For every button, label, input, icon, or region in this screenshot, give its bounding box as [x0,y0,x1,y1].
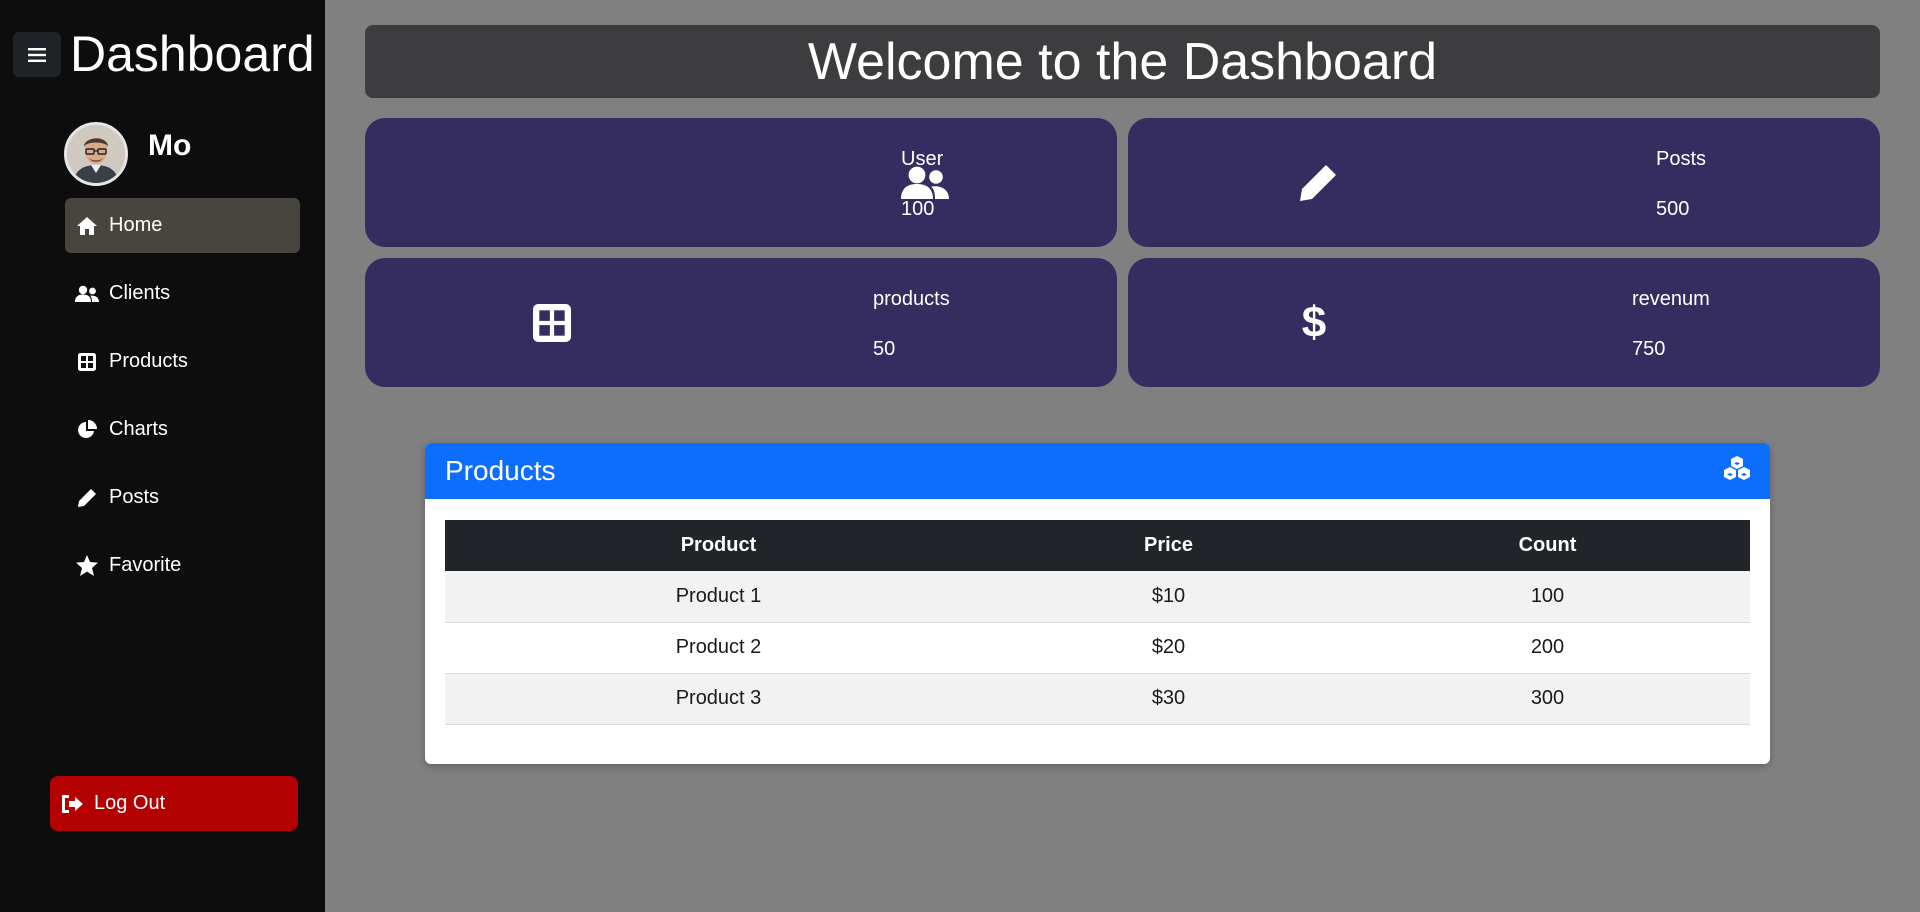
column-header-price[interactable]: Price [992,520,1345,571]
sidebar-item-label: Clients [109,282,171,304]
pencil-icon [75,486,99,510]
logout-label: Log Out [94,792,166,814]
table-row[interactable]: Product 3 $30 300 [445,673,1750,725]
count-cell: 300 [1345,673,1750,725]
users-icon [75,282,99,306]
stat-value: 500 [1656,198,1690,220]
stat-label: products [873,288,950,310]
sidebar-item-label: Products [109,350,188,372]
price-cell: $30 [992,673,1345,725]
stat-value: 750 [1632,338,1666,360]
stat-value: 100 [901,198,935,220]
table-row[interactable]: Product 2 $20 200 [445,622,1750,674]
user-name: Mo [148,129,192,162]
pencil-icon [1294,163,1342,203]
stat-label: User [901,148,944,170]
product-cell: Product 2 [445,622,992,674]
cubes-icon [1724,455,1750,487]
column-header-product[interactable]: Product [445,520,992,571]
products-panel: Products Product Price Count Product 1 $ [425,443,1770,764]
star-icon [75,554,99,578]
stat-label: Posts [1656,148,1707,170]
sign-out-icon [62,793,84,815]
sidebar-item-home[interactable]: Home [65,198,300,253]
product-cell: Product 1 [445,571,992,623]
products-table: Product Price Count Product 1 $10 100 Pr… [445,520,1750,725]
stat-label: revenum [1632,288,1710,310]
count-cell: 100 [1345,571,1750,623]
sidebar-item-charts[interactable]: Charts [65,402,300,457]
table-header-row: Product Price Count [445,520,1750,571]
sidebar-item-label: Posts [109,486,160,508]
sidebar-item-posts[interactable]: Posts [65,470,300,525]
sidebar-nav: Home Clients Products Charts Posts Favor… [65,198,300,606]
table-row[interactable]: Product 1 $10 100 [445,571,1750,623]
user-profile: Mo [64,122,191,186]
menu-toggle-button[interactable] [13,32,61,77]
sidebar-item-clients[interactable]: Clients [65,266,300,321]
pie-chart-icon [75,418,99,442]
column-header-count[interactable]: Count [1345,520,1750,571]
stat-card-posts[interactable]: Posts 500 [1128,118,1880,247]
brand-title: Dashboard [70,26,315,82]
products-panel-header: Products [425,443,1770,499]
sidebar-item-label: Charts [109,418,168,440]
count-cell: 200 [1345,622,1750,674]
page-title: Welcome to the Dashboard [365,25,1880,98]
panel-title: Products [445,455,556,486]
sidebar: Dashboard Mo Home Clients Products Chart… [0,0,325,912]
home-icon [75,214,99,238]
sidebar-item-label: Home [109,214,163,236]
sidebar-item-favorite[interactable]: Favorite [65,538,300,593]
stat-card-users[interactable]: User 100 [365,118,1117,247]
table-icon [75,350,99,374]
table-icon [528,303,576,343]
logout-button[interactable]: Log Out [50,776,298,831]
product-cell: Product 3 [445,673,992,725]
stat-card-revenue[interactable]: $ revenum 750 [1128,258,1880,387]
sidebar-item-products[interactable]: Products [65,334,300,389]
price-cell: $10 [992,571,1345,623]
stat-value: 50 [873,338,896,360]
price-cell: $20 [992,622,1345,674]
dollar-icon: $ [1301,298,1327,347]
sidebar-item-label: Favorite [109,554,182,576]
avatar [64,122,128,186]
hamburger-icon [28,47,46,62]
stat-card-products[interactable]: products 50 [365,258,1117,387]
